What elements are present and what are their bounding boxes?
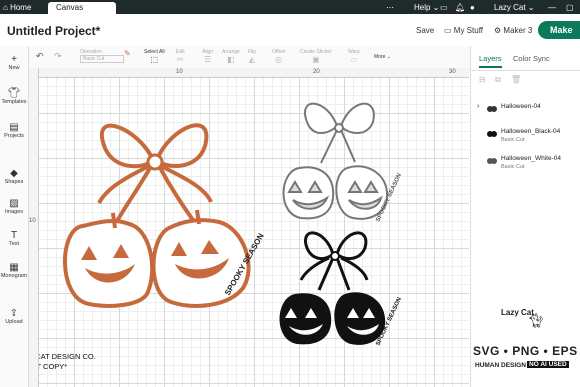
machine-icon: ⚙ [494, 26, 502, 35]
orange-pumpkins-art[interactable] [63, 123, 251, 308]
align-icon: ☰ [203, 55, 212, 64]
warp-icon: ▱ [350, 55, 357, 64]
ruler-top: 10 20 30 [29, 68, 469, 78]
flip-button[interactable]: Flip ◭ [248, 49, 256, 64]
shirt-icon: 👕︎ [7, 88, 21, 99]
chevron-right-icon[interactable]: › [477, 103, 479, 110]
text-button[interactable]: T Text [0, 230, 28, 247]
no-ai-badge: NO AI USED [527, 361, 569, 368]
upload-button[interactable]: ⇪ Upload [0, 308, 28, 325]
save-button[interactable]: Save [416, 26, 434, 35]
upload-icon: ⇪ [9, 308, 19, 319]
ruler-left: 10 [29, 68, 39, 387]
undo-icon[interactable]: ↶ [36, 51, 44, 62]
align-button[interactable]: Align ☰ [202, 49, 213, 64]
pen-color-icon[interactable]: ✎ [124, 49, 131, 58]
home-tab[interactable]: ⌂ Home [3, 2, 31, 14]
select-all-icon: ⬚ [150, 55, 159, 64]
bell-icon[interactable]: 🔔︎ [455, 2, 465, 14]
delete-icon[interactable]: 🗑︎ [511, 75, 521, 84]
artwork-layer: SPOOKY SEASON SPOOKY SEASON SPOOKY SEASO… [63, 102, 403, 347]
projects-icon: ▤ [9, 122, 19, 133]
shapes-icon: ◆ [10, 168, 18, 179]
create-sticker-button[interactable]: Create Sticker ▣ [300, 49, 332, 64]
cat-avatar-icon[interactable]: ● [470, 2, 475, 14]
folder-icon: ▭ [444, 26, 452, 35]
offset-button[interactable]: Offset ◎ [272, 49, 285, 64]
group-icon[interactable]: ⊟ [479, 75, 486, 84]
cat-icon: 🐈︎ [527, 312, 545, 328]
monogram-icon: ▦ [9, 262, 19, 273]
help-menu[interactable]: Help ⌄ [414, 2, 439, 14]
new-button[interactable]: + New [0, 54, 28, 71]
images-icon: ▨ [9, 198, 19, 209]
layers-panel: Layers Color Sync ⊟ ⧉ 🗑︎ › Halloween-04 … [470, 46, 580, 387]
monogram-button[interactable]: ▦ Monogram [0, 262, 28, 279]
operation-select[interactable]: Operation Basic Cut [80, 49, 124, 63]
templates-button[interactable]: 👕︎ Templates [0, 88, 28, 105]
my-stuff-button[interactable]: ▭ My Stuff [444, 26, 483, 35]
human-design-label: HUMAN DESIGN [475, 362, 526, 369]
machine-button[interactable]: ⚙ Maker 3 [494, 26, 532, 35]
home-icon: ⌂ [3, 3, 8, 12]
flip-icon: ◭ [248, 55, 256, 64]
projects-button[interactable]: ▤ Projects [0, 122, 28, 139]
user-menu[interactable]: Lazy Cat ⌄ [494, 2, 535, 14]
plus-icon: + [11, 54, 17, 65]
copyright-watermark: ©LAZY CAT DESIGN CO. [29, 352, 96, 361]
black-pumpkins-art[interactable] [279, 231, 386, 345]
design-canvas[interactable]: SPOOKY SEASON SPOOKY SEASON SPOOKY SEASO… [29, 68, 469, 387]
project-title[interactable]: Untitled Project* [7, 24, 100, 38]
edit-button[interactable]: Edit ✂ [176, 49, 185, 64]
tab-layers[interactable]: Layers [479, 54, 502, 68]
scissors-icon: ✂ [176, 55, 184, 64]
formats-badge: SVG • PNG • EPS [473, 344, 578, 358]
sticker-icon: ▣ [312, 55, 320, 64]
make-button[interactable]: Make [538, 21, 580, 39]
redo-icon[interactable]: ↷ [54, 51, 62, 62]
top-bar: ⌂ Home Canvas ⋯ Help ⌄ ▭ 🔔︎ ● Lazy Cat ⌄… [0, 0, 580, 14]
project-bar: Untitled Project* Save ▭ My Stuff ⚙ Make… [0, 14, 580, 47]
menu-icon[interactable]: ⋯ [386, 2, 394, 14]
shapes-button[interactable]: ◆ Shapes [0, 168, 28, 185]
minimize-icon[interactable]: — [548, 2, 556, 14]
print-icon[interactable]: ▭ [440, 2, 448, 14]
arrange-button[interactable]: Arrange ◧ [222, 49, 240, 64]
layer-thumbnail-icon [487, 106, 497, 112]
select-all-button[interactable]: Select All ⬚ [144, 49, 165, 64]
offset-icon: ◎ [275, 55, 283, 64]
arrange-icon: ◧ [227, 55, 235, 64]
edit-toolbar: ↶ ↷ Operation Basic Cut ✎ Select All ⬚ Ed… [0, 46, 470, 69]
more-button[interactable]: More ⌄ [374, 54, 391, 60]
images-button[interactable]: ▨ Images [0, 198, 28, 215]
maximize-icon[interactable]: ▢ [566, 2, 574, 14]
layer-thumbnail-icon [487, 131, 497, 137]
white-pumpkins-art[interactable] [282, 102, 389, 220]
tab-color-sync[interactable]: Color Sync [513, 54, 550, 63]
text-icon: T [10, 230, 18, 241]
layer-thumbnail-icon [487, 158, 497, 164]
canvas-tab[interactable]: Canvas [48, 2, 116, 14]
warp-button[interactable]: Warp ▱ [348, 49, 360, 64]
duplicate-icon[interactable]: ⧉ [495, 75, 501, 85]
left-rail: + New 👕︎ Templates ▤ Projects ◆ Shapes ▨ Imag… [0, 46, 29, 387]
